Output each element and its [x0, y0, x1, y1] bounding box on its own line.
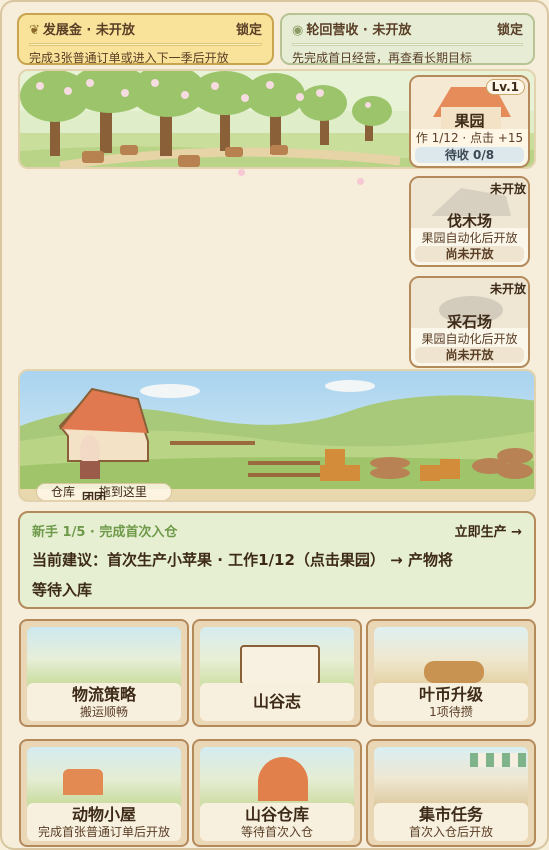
- valley-warehouse-image: [200, 747, 354, 811]
- quarry-desc: 果园自动化后开放: [421, 332, 518, 346]
- petal-decoration: [357, 178, 364, 185]
- market-stall-image: [374, 747, 528, 811]
- cycle-revenue-title: 轮回营收 · 未开放: [306, 23, 412, 38]
- tutorial-suggestion-line2: 等待入库: [32, 581, 93, 599]
- drag-hint-text: 拖到这里: [98, 485, 147, 499]
- produce-now-button[interactable]: 立即生产 →: [455, 521, 522, 540]
- game-screen: ❦ 发展金 · 未开放 锁定 完成3张普通订单或进入下一季后开放 ◉ 轮回营收 · …: [0, 0, 549, 850]
- quarry-title: 采石场: [446, 313, 492, 331]
- cycle-revenue-title-wrap: ◉ 轮回营收 · 未开放: [292, 19, 411, 38]
- orchard-pending-count: 待收 0/8: [415, 147, 524, 163]
- cycle-revenue-status: 锁定: [496, 23, 523, 38]
- animal-cabin-image: [27, 747, 181, 811]
- valley-journal-tile[interactable]: 山谷志: [192, 619, 362, 727]
- valley-warehouse-sub: 等待首次入仓: [240, 825, 313, 839]
- animal-cabin-sub: 完成首张普通订单后开放: [37, 825, 170, 839]
- cycle-revenue-progress: [292, 43, 523, 46]
- market-tasks-tile[interactable]: 集市任务 首次入仓后开放: [366, 739, 536, 847]
- tutorial-card[interactable]: 新手 1/5 · 完成首次入仓 立即生产 → 当前建议：首次生产小苹果 · 工作…: [18, 511, 536, 609]
- development-fund-progress: [29, 43, 262, 46]
- development-fund-title: 发展金 · 未开放: [42, 23, 135, 38]
- logistics-strategy-tile[interactable]: 物流策略 搬运顺畅: [19, 619, 189, 727]
- development-fund-status: 锁定: [235, 23, 262, 38]
- leaf-coin-upgrade-sub: 1项待攒: [429, 705, 473, 719]
- cycle-revenue-desc: 先完成首日经营，再查看长期目标: [292, 51, 473, 65]
- quarry-status: 尚未开放: [415, 347, 524, 363]
- leaf-coin-upgrade-tile[interactable]: 叶币升级 1项待攒: [366, 619, 536, 727]
- lumber-yard-lock-tag: 未开放: [489, 182, 526, 196]
- seedling-icon: ❦: [29, 23, 40, 38]
- animal-cabin-title: 动物小屋: [71, 805, 136, 824]
- lumber-yard-desc: 果园自动化后开放: [421, 231, 518, 245]
- quarry-card[interactable]: 未开放 采石场 果园自动化后开放 尚未开放: [409, 276, 530, 368]
- character-name: 团团: [82, 491, 107, 502]
- logistics-strategy-sub: 搬运顺畅: [79, 705, 128, 719]
- coin-icon: ◉: [292, 23, 304, 38]
- petal-decoration: [238, 169, 245, 176]
- logistics-scene-image: [27, 627, 181, 691]
- orchard-card[interactable]: Lv.1 果园 作 1/12 · 点击 +15 待收 0/8: [409, 75, 530, 168]
- quarry-lock-tag: 未开放: [489, 282, 526, 296]
- logistics-strategy-title: 物流策略: [71, 685, 136, 704]
- tutorial-step: 新手 1/5 · 完成首次入仓: [32, 525, 178, 540]
- development-fund-card[interactable]: ❦ 发展金 · 未开放 锁定 完成3张普通订单或进入下一季后开放: [17, 13, 274, 65]
- orchard-level-badge: Lv.1: [485, 79, 525, 95]
- lumber-yard-card[interactable]: 未开放 伐木场 果园自动化后开放 尚未开放: [409, 176, 530, 267]
- animal-cabin-tile[interactable]: 动物小屋 完成首张普通订单后开放: [19, 739, 189, 847]
- market-tasks-sub: 首次入仓后开放: [408, 825, 493, 839]
- leaf-coin-upgrade-title: 叶币升级: [418, 685, 483, 704]
- coin-pile-image: [374, 627, 528, 691]
- lumber-yard-status: 尚未开放: [415, 246, 524, 262]
- valley-journal-title: 山谷志: [252, 692, 301, 711]
- market-tasks-title: 集市任务: [418, 805, 483, 824]
- tutorial-suggestion-line1: 当前建议：首次生产小苹果 · 工作1/12（点击果园） → 产物将: [32, 551, 453, 569]
- open-book-icon: [200, 627, 354, 691]
- field-scene[interactable]: 仓库 拖到这里 团团: [18, 369, 536, 502]
- valley-warehouse-tile[interactable]: 山谷仓库 等待首次入仓: [192, 739, 362, 847]
- valley-warehouse-title: 山谷仓库: [244, 805, 309, 824]
- development-fund-title-wrap: ❦ 发展金 · 未开放: [29, 19, 135, 38]
- orchard-progress-text: 作 1/12 · 点击 +15: [411, 129, 528, 146]
- cycle-revenue-card[interactable]: ◉ 轮回营收 · 未开放 锁定 先完成首日经营，再查看长期目标: [280, 13, 535, 65]
- development-fund-desc: 完成3张普通订单或进入下一季后开放: [29, 51, 229, 65]
- orchard-title: 果园: [454, 112, 485, 130]
- warehouse-label: 仓库: [51, 485, 76, 499]
- lumber-yard-title: 伐木场: [446, 212, 492, 230]
